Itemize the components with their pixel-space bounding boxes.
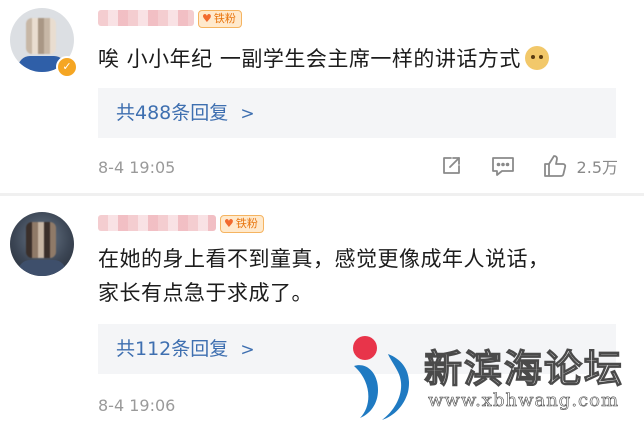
fan-badge-label: 铁粉 [235, 217, 258, 230]
verified-icon: ✓ [56, 56, 78, 78]
share-icon[interactable] [437, 152, 465, 180]
username-blurred[interactable] [98, 10, 194, 26]
thumbs-up-icon [541, 152, 569, 180]
weibo-comment-screen: ✓ ♥ 铁粉 唉 小小年纪 一副学生会主席一样的讲话方式 共488条回复 > 8… [0, 0, 644, 431]
comment-text: 唉 小小年纪 一副学生会主席一样的讲话方式 [98, 42, 624, 76]
replies-label: 共112条回复 [116, 338, 229, 360]
fan-badge: ♥ 铁粉 [198, 10, 242, 28]
comment-icon[interactable] [489, 152, 517, 180]
fan-badge: ♥ 铁粉 [220, 215, 264, 233]
avatar-blurred-face [26, 222, 56, 258]
comment-actions: 2.5万 [437, 152, 618, 180]
comment-timestamp: 8-4 19:06 [98, 396, 176, 415]
fan-badge-label: 铁粉 [213, 12, 236, 25]
avatar-blurred-face [26, 18, 56, 54]
comment-text-line: 在她的身上看不到童真，感觉更像成年人说话， [98, 247, 550, 271]
comment-text-line: 家长有点急于求成了。 [98, 281, 313, 305]
replies-link[interactable]: 共112条回复 > [98, 324, 616, 374]
like-count: 2.5万 [576, 158, 618, 177]
comment-timestamp: 8-4 19:05 [98, 158, 176, 177]
comment-item: ✓ ♥ 铁粉 唉 小小年纪 一副学生会主席一样的讲话方式 共488条回复 > 8… [0, 0, 644, 196]
chevron-right-icon: > [240, 104, 255, 124]
comment-text-line: 唉 小小年纪 一副学生会主席一样的讲话方式 [98, 47, 521, 71]
comment-item: ♥ 铁粉 在她的身上看不到童真，感觉更像成年人说话， 家长有点急于求成了。 共1… [0, 196, 644, 431]
doge-emoji-icon [524, 46, 549, 70]
replies-label: 共488条回复 [116, 102, 229, 124]
chevron-right-icon: > [240, 340, 255, 360]
username-blurred[interactable] [98, 215, 216, 231]
comment-text: 在她的身上看不到童真，感觉更像成年人说话， 家长有点急于求成了。 [98, 242, 624, 310]
replies-link[interactable]: 共488条回复 > [98, 88, 616, 138]
avatar[interactable] [10, 212, 74, 276]
avatar-body [18, 260, 66, 276]
like-button[interactable]: 2.5万 [541, 152, 618, 180]
heart-icon: ♥ [202, 12, 212, 25]
heart-icon: ♥ [224, 217, 234, 230]
